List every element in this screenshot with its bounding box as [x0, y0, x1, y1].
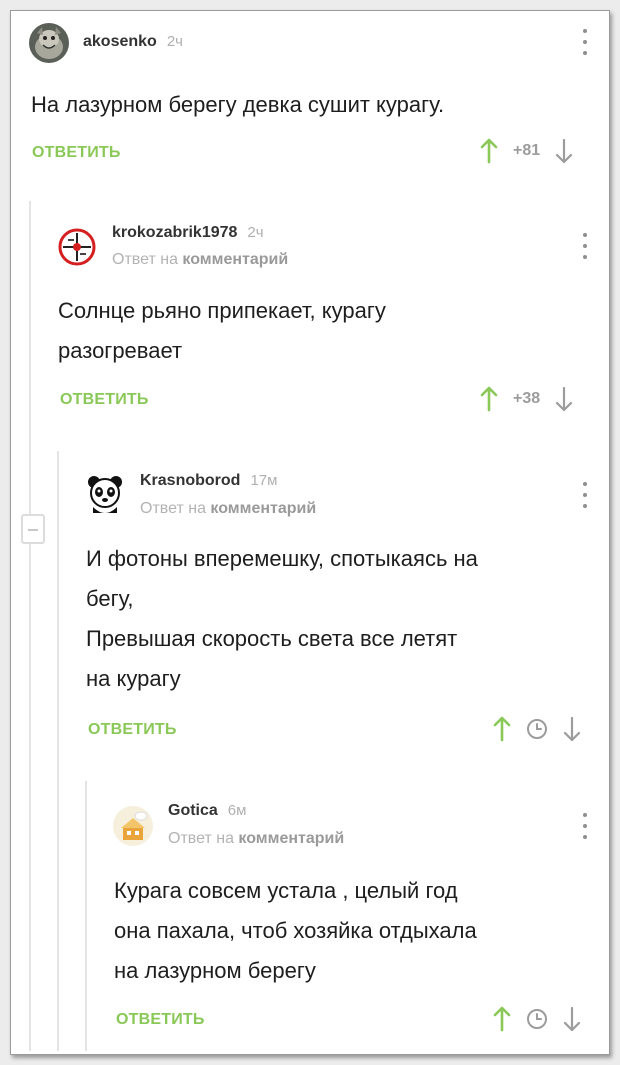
reply-button[interactable]: ОТВЕТИТЬ [32, 144, 121, 162]
kebab-menu-icon[interactable] [582, 813, 588, 839]
clock-icon [526, 718, 548, 740]
arrow-up-icon[interactable] [492, 716, 512, 742]
avatar-image [29, 23, 69, 63]
reply-to-label: Ответ на комментарий [140, 500, 316, 518]
thread-line-level-3[interactable] [85, 781, 87, 1051]
kebab-menu-icon[interactable] [582, 482, 588, 508]
avatar-image [113, 806, 153, 846]
comment-text-line: На лазурном берегу девка сушит курагу. [31, 92, 445, 117]
username-text[interactable]: Krasnoborod [140, 472, 240, 489]
arrow-down-icon[interactable] [554, 386, 574, 412]
arrow-down-icon[interactable] [562, 1006, 582, 1032]
avatar-image [85, 473, 125, 513]
username-text[interactable]: akosenko [83, 33, 157, 50]
reply-prefix: Ответ на [168, 830, 234, 847]
username-text[interactable]: Gotica [168, 802, 218, 819]
thread-line-level-2[interactable] [57, 451, 59, 1051]
comment-text-line: Курага совсем устала , целый год [114, 878, 458, 903]
vote-score: +81 [513, 142, 541, 159]
arrow-down-icon[interactable] [554, 138, 574, 164]
arrow-up-icon[interactable] [479, 138, 499, 164]
reply-prefix: Ответ на [140, 500, 206, 517]
comment-text-line: Солнце рьяно припекает, курагу [58, 298, 386, 323]
collapse-thread-button[interactable] [21, 514, 45, 544]
comment-text-line: разогревает [58, 338, 183, 363]
comment-username[interactable]: Gotica 6м [168, 802, 246, 820]
comments-panel: akosenko 2ч На лазурном берегу девка суши… [10, 10, 610, 1055]
comment-time: 6м [227, 802, 247, 819]
thread-line-level-1[interactable] [29, 201, 31, 1051]
reply-button[interactable]: ОТВЕТИТЬ [88, 721, 177, 739]
comment-time: 2ч [166, 33, 183, 50]
reply-prefix: Ответ на [112, 251, 178, 268]
comment-time: 17м [250, 472, 278, 489]
comment-text-line: она пахала, чтоб хозяйка отдыхала [114, 918, 477, 943]
arrow-down-icon[interactable] [562, 716, 582, 742]
avatar[interactable] [113, 806, 153, 846]
comment-username[interactable]: Krasnoborod 17м [140, 472, 277, 490]
comment-text-line: бегу, [86, 586, 134, 611]
comment-text-line: И фотоны вперемешку, спотыкаясь на [86, 546, 478, 571]
avatar[interactable] [29, 23, 69, 63]
vote-score: +38 [513, 390, 541, 407]
comment-text: Курага совсем устала , целый год она пах… [114, 871, 594, 991]
comment-time: 2ч [247, 224, 264, 241]
vote-controls [492, 716, 582, 742]
reply-button[interactable]: ОТВЕТИТЬ [116, 1011, 205, 1029]
avatar-image [57, 227, 97, 267]
username-text[interactable]: krokozabrik1978 [112, 224, 237, 241]
avatar[interactable] [57, 227, 97, 267]
collapse-thread-icon [28, 529, 38, 531]
kebab-menu-icon[interactable] [582, 233, 588, 259]
vote-controls: +81 [479, 138, 574, 164]
vote-controls [492, 1006, 582, 1032]
avatar[interactable] [85, 473, 125, 513]
comment-text-line: на курагу [86, 666, 181, 691]
comment-text-line: Превышая скорость света все летят [86, 626, 458, 651]
reply-to-label: Ответ на комментарий [112, 251, 288, 269]
comment-username[interactable]: krokozabrik1978 2ч [112, 224, 264, 242]
clock-icon [526, 1008, 548, 1030]
comment-text-line: на лазурном берегу [114, 958, 316, 983]
reply-target-link[interactable]: комментарий [182, 251, 288, 268]
reply-to-label: Ответ на комментарий [168, 830, 344, 848]
comment-text: И фотоны вперемешку, спотыкаясь на бегу,… [86, 539, 596, 699]
arrow-up-icon[interactable] [492, 1006, 512, 1032]
reply-target-link[interactable]: комментарий [238, 830, 344, 847]
comment-text: На лазурном берегу девка сушит курагу. [31, 85, 591, 125]
reply-button[interactable]: ОТВЕТИТЬ [60, 391, 149, 409]
comment-text: Солнце рьяно припекает, курагу разогрева… [58, 291, 588, 371]
vote-controls: +38 [479, 386, 574, 412]
arrow-up-icon[interactable] [479, 386, 499, 412]
comment-username[interactable]: akosenko 2ч [83, 33, 183, 51]
kebab-menu-icon[interactable] [582, 29, 588, 55]
reply-target-link[interactable]: комментарий [210, 500, 316, 517]
